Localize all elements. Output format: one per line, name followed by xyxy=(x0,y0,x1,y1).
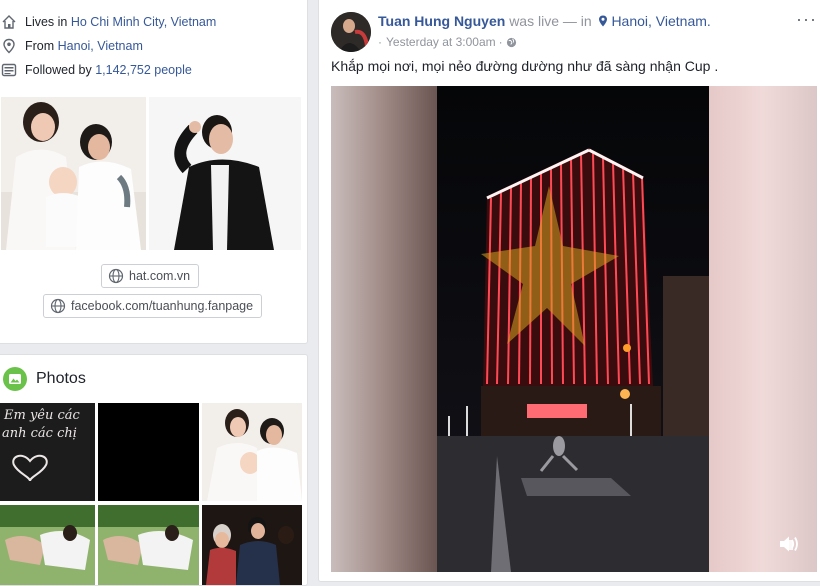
live-video-player[interactable] xyxy=(331,86,817,572)
live-status: was live — in xyxy=(509,13,592,29)
location-pin-icon xyxy=(3,38,15,54)
post-location-link[interactable]: Hanoi, Vietnam. xyxy=(611,13,710,29)
photo-thumb-1[interactable]: Em yêu các anh các chị xyxy=(0,403,95,501)
photo-thumb-2[interactable] xyxy=(98,403,199,501)
followers-link[interactable]: 1,142,752 people xyxy=(95,63,192,77)
globe-icon xyxy=(108,268,124,284)
followers-icon xyxy=(1,63,17,77)
handwriting-line-2: anh các chị xyxy=(2,426,77,441)
post-card: Tuan Hung Nguyen was live — in Hanoi, Vi… xyxy=(318,0,820,582)
author-name[interactable]: Tuan Hung Nguyen xyxy=(378,13,505,29)
meta-separator: · xyxy=(378,35,382,49)
volume-icon[interactable] xyxy=(778,535,800,553)
followed-row: Followed by 1,142,752 people xyxy=(1,60,192,80)
from-row: From Hanoi, Vietnam xyxy=(1,36,143,56)
photo-thumb-6[interactable] xyxy=(202,505,302,585)
lives-in-prefix: Lives in xyxy=(25,15,71,29)
lives-in-link[interactable]: Ho Chi Minh City, Vietnam xyxy=(71,15,216,29)
website-link-1-text: hat.com.vn xyxy=(129,269,191,283)
photo-thumb-4[interactable] xyxy=(0,505,95,585)
photo-thumb-5[interactable] xyxy=(98,505,199,585)
from-prefix: From xyxy=(25,39,58,53)
post-meta: · Yesterday at 3:00am · xyxy=(378,35,517,49)
pin-icon xyxy=(598,15,607,27)
post-text: Khắp mọi nơi, mọi nẻo đường dường như đã… xyxy=(331,58,719,74)
post-timestamp[interactable]: Yesterday at 3:00am xyxy=(386,35,496,49)
website-link-2[interactable]: facebook.com/tuanhung.fanpage xyxy=(43,294,263,318)
from-link[interactable]: Hanoi, Vietnam xyxy=(58,39,143,53)
lives-in-row: Lives in Ho Chi Minh City, Vietnam xyxy=(1,12,216,32)
intro-card: Lives in Ho Chi Minh City, Vietnam From … xyxy=(0,0,308,344)
followed-prefix: Followed by xyxy=(25,63,96,77)
photos-icon xyxy=(3,367,27,391)
photo-thumb-3[interactable] xyxy=(202,403,302,501)
post-options-button[interactable]: ··· xyxy=(796,9,817,30)
globe-small-icon xyxy=(506,37,516,47)
photos-title: Photos xyxy=(36,370,86,387)
website-link-1[interactable]: hat.com.vn xyxy=(101,264,200,288)
handwriting-line-1: Em yêu các xyxy=(3,408,81,423)
home-icon xyxy=(2,15,16,29)
meta-separator-2: · xyxy=(498,35,503,49)
photos-header[interactable]: Photos xyxy=(3,367,86,391)
post-header: Tuan Hung Nguyen was live — in Hanoi, Vi… xyxy=(378,13,711,29)
featured-photo-portrait[interactable] xyxy=(149,97,301,250)
photos-card: Photos Em yêu các anh các chị xyxy=(0,354,308,586)
author-avatar[interactable] xyxy=(331,12,371,52)
globe-icon xyxy=(50,298,66,314)
website-link-2-text: facebook.com/tuanhung.fanpage xyxy=(71,299,254,313)
featured-photo-family[interactable] xyxy=(1,97,146,250)
